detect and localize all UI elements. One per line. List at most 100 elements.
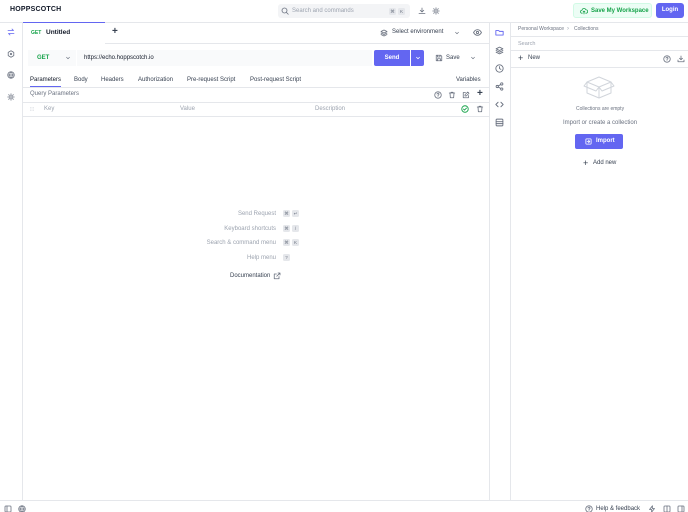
save-workspace-label: Save My Workspace (591, 7, 649, 14)
left-nav-divider (22, 22, 23, 500)
search-bar-label: Search and commands (292, 7, 354, 14)
footer-globe-icon[interactable] (18, 505, 26, 512)
right-rail-divider (489, 22, 490, 500)
cloud-upload-icon (580, 8, 588, 15)
add-new-plus-icon: + (583, 158, 589, 168)
new-tab-button[interactable]: + (112, 27, 120, 37)
new-collection-button[interactable]: + New (518, 53, 548, 64)
collections-folder-icon[interactable] (495, 28, 504, 37)
check-circle-icon[interactable] (461, 105, 469, 113)
tab-authorization-label: Authorization (138, 77, 174, 83)
shortcut-key: ? (283, 254, 290, 261)
settings-nav-icon[interactable] (7, 93, 15, 101)
eye-icon[interactable] (473, 28, 482, 37)
url-text: https://echo.hoppscotch.io (84, 54, 154, 61)
shortcut-key: / (292, 225, 299, 232)
zap-icon[interactable] (648, 505, 656, 512)
save-button[interactable]: Save (429, 50, 484, 66)
rest-icon[interactable] (7, 28, 15, 36)
shortcut-keyboard-shortcuts: Keyboard shortcuts ⌘ / (160, 225, 300, 234)
collections-empty-title: Collections are empty (576, 106, 625, 112)
add-param-button[interactable]: + (477, 89, 483, 99)
param-value-input[interactable]: Value (180, 106, 195, 112)
layout-columns-icon[interactable] (663, 505, 671, 512)
new-collection-label: New (528, 55, 541, 61)
help-circle-icon (585, 505, 593, 512)
breadcrumb-collections: Collections (574, 26, 599, 32)
external-link-icon (273, 272, 281, 280)
environments-layers-icon[interactable] (495, 46, 504, 55)
code-icon[interactable] (495, 100, 504, 109)
search-icon (281, 7, 289, 15)
collections-empty-hint: Import or create a collection (563, 120, 638, 126)
tab-body-label: Body (74, 77, 88, 83)
search-divider (511, 50, 688, 51)
request-tab[interactable]: GET Untitled (23, 22, 105, 43)
breadcrumb-workspace[interactable]: Personal Workspace (518, 26, 564, 32)
help-icon[interactable] (434, 91, 442, 99)
documentation-link[interactable]: Documentation (230, 272, 290, 281)
tab-parameters-label: Parameters (30, 77, 62, 83)
tab-headers-label: Headers (101, 77, 124, 83)
add-new-collection-button[interactable]: + Add new (583, 158, 623, 169)
variables-tab[interactable]: Variables (456, 76, 481, 83)
trash-icon[interactable] (448, 91, 456, 99)
bulk-edit-icon[interactable] (462, 91, 470, 99)
query-params-title: Query Parameters (30, 91, 80, 97)
search-bar[interactable]: Search and commands ⌘ K (278, 4, 410, 18)
collections-search-input[interactable]: Search (518, 41, 535, 47)
method-select[interactable]: GET (28, 50, 76, 66)
table-icon[interactable] (495, 118, 504, 127)
import-collection-button[interactable]: Import (575, 134, 623, 149)
graphql-icon[interactable] (7, 50, 15, 58)
chevron-down-icon (455, 31, 459, 35)
realtime-globe-icon[interactable] (7, 71, 15, 79)
drag-handle-icon[interactable] (29, 106, 35, 112)
shortcut-key: ⌘ (283, 210, 290, 217)
empty-box-illustration (583, 76, 615, 99)
tab-post-request-script[interactable]: Post-request Script (250, 76, 301, 83)
collections-import-icon[interactable] (677, 55, 685, 63)
share-icon[interactable] (495, 82, 504, 91)
tab-parameters[interactable]: Parameters (30, 76, 62, 87)
method-label: GET (37, 54, 50, 61)
row-delete-icon[interactable] (476, 105, 484, 113)
tab-body[interactable]: Body (74, 76, 88, 83)
layout-sidebar-right-icon[interactable] (677, 505, 685, 512)
tab-post-request-label: Post-request Script (250, 77, 302, 83)
login-button[interactable]: Login (656, 3, 684, 18)
import-label: Import (596, 137, 615, 144)
shortcut-help-menu: Help menu ? (160, 254, 300, 263)
help-feedback-button[interactable]: Help & feedback (585, 505, 645, 512)
send-options-button[interactable] (411, 50, 424, 66)
download-icon[interactable] (418, 7, 426, 15)
history-clock-icon[interactable] (495, 64, 504, 73)
url-input[interactable]: https://echo.hoppscotch.io (77, 50, 372, 66)
tab-pre-request-label: Pre-request Script (187, 77, 236, 83)
tabbar-divider (105, 43, 489, 44)
environment-select[interactable]: Select environment (380, 27, 464, 39)
shortcut-label: Search & command menu (206, 239, 276, 246)
app-logo[interactable]: HOPPSCOTCH (10, 6, 61, 13)
param-row: Key Value Description (23, 102, 489, 116)
param-description-input[interactable]: Description (315, 106, 345, 112)
tab-title: Untitled (46, 28, 71, 36)
import-icon (585, 138, 592, 145)
sidebar-toggle-icon[interactable] (4, 505, 12, 512)
tab-authorization[interactable]: Authorization (138, 76, 173, 83)
search-key-cmd: ⌘ (389, 7, 396, 15)
new-divider (511, 67, 688, 68)
settings-icon[interactable] (432, 7, 440, 15)
send-button[interactable]: Send (374, 50, 410, 66)
collections-help-icon[interactable] (663, 55, 671, 63)
tab-headers[interactable]: Headers (101, 76, 124, 83)
login-label: Login (661, 7, 679, 13)
save-workspace-button[interactable]: Save My Workspace (573, 3, 652, 18)
breadcrumb-divider (511, 36, 688, 37)
footer-divider (0, 500, 688, 501)
shortcut-key: K (292, 239, 299, 246)
send-label: Send (384, 55, 400, 61)
tab-pre-request-script[interactable]: Pre-request Script (187, 76, 235, 83)
param-key-input[interactable]: Key (44, 106, 54, 112)
save-chevron-icon (471, 56, 475, 60)
